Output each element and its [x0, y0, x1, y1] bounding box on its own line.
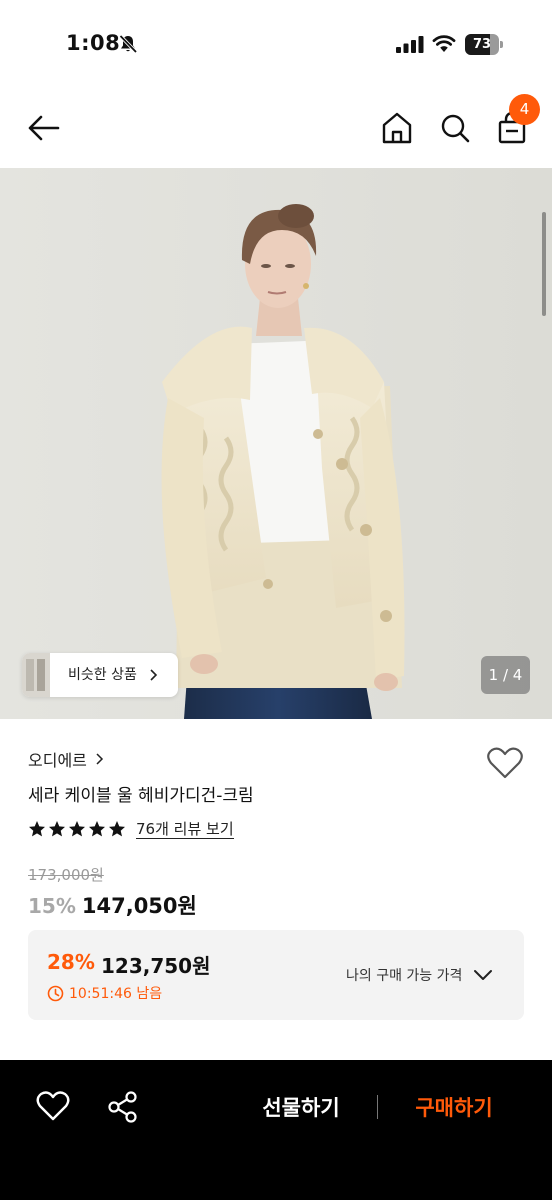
clock-icon [47, 985, 64, 1001]
heart-icon[interactable] [486, 746, 524, 780]
product-photo [0, 168, 552, 719]
original-price: 173,000원 [28, 866, 104, 884]
star-icon [29, 821, 45, 837]
discount-rate: 15% [28, 894, 76, 918]
star-icon [69, 821, 85, 837]
back-arrow-icon[interactable] [24, 110, 64, 146]
similar-products-label: 비슷한 상품 [68, 667, 137, 683]
wifi-icon [432, 35, 456, 52]
divider [377, 1095, 378, 1119]
heart-icon[interactable] [36, 1090, 70, 1122]
cart-count-badge: 4 [509, 94, 540, 125]
home-icon[interactable] [380, 110, 414, 146]
my-price-amount: 123,750원 [101, 954, 211, 978]
timer-text: 10:51:46 남음 [69, 986, 163, 1002]
star-icon [49, 821, 65, 837]
chevron-down-icon [474, 970, 493, 980]
chevron-right-icon [96, 753, 103, 765]
status-bar: 1:08 73 [0, 0, 552, 88]
star-icon [109, 821, 125, 837]
rating-row: 76개 리뷰 보기 [28, 818, 234, 840]
search-icon[interactable] [438, 110, 472, 146]
countdown-timer: 10:51:46 남음 [47, 983, 162, 1003]
my-price-box[interactable]: 28% 123,750원 10:51:46 남음 나의 구매 가능 가격 [28, 930, 524, 1020]
scroll-indicator[interactable] [542, 212, 546, 316]
review-link[interactable]: 76개 리뷰 보기 [136, 820, 234, 839]
my-price-label: 나의 구매 가능 가격 [346, 968, 463, 984]
battery-indicator: 73 [465, 34, 505, 55]
top-nav [0, 88, 552, 168]
sale-price: 147,050원 [81, 894, 197, 918]
status-time: 1:08 [66, 31, 121, 55]
my-price-toggle[interactable]: 나의 구매 가능 가격 [346, 962, 494, 988]
similar-products-button[interactable]: 비슷한 상품 [22, 653, 178, 697]
product-title: 세라 케이블 울 헤비가디건-크림 [28, 786, 254, 806]
brand-link[interactable]: 오디에르 [28, 748, 104, 770]
bell-slash-icon [119, 34, 138, 54]
battery-level: 73 [472, 37, 492, 52]
bottom-action-bar: 선물하기 구매하기 [0, 1060, 552, 1200]
my-price-rate: 28% [47, 950, 95, 974]
image-page-indicator: 1 / 4 [481, 656, 530, 694]
share-icon[interactable] [106, 1090, 140, 1124]
star-icon [89, 821, 105, 837]
similar-product-thumbnail [22, 653, 50, 697]
gift-button[interactable]: 선물하기 [236, 1088, 366, 1128]
signal-icon [396, 36, 424, 53]
price-row: 15% 147,050원 [28, 890, 197, 918]
chevron-right-icon [150, 669, 158, 681]
rating-stars [28, 820, 128, 838]
product-image-gallery[interactable] [0, 168, 552, 719]
buy-button[interactable]: 구매하기 [392, 1088, 516, 1128]
brand-name: 오디에르 [28, 751, 87, 770]
